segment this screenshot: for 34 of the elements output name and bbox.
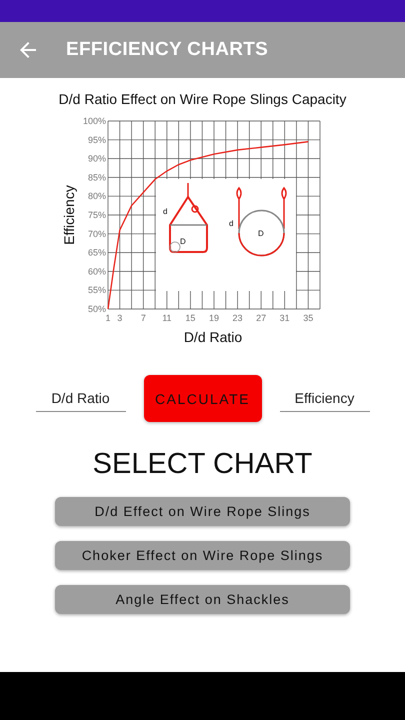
screen-title: EFFICIENCY CHARTS xyxy=(66,39,268,61)
x-tick-label: 7 xyxy=(140,313,146,323)
x-tick-label: 11 xyxy=(162,313,172,323)
annotation-label: D xyxy=(180,237,186,246)
x-tick-label: 19 xyxy=(208,313,218,323)
x-tick-label: 1 xyxy=(105,313,110,323)
x-tick-label: 3 xyxy=(116,313,122,323)
chart-title: D/d Ratio Effect on Wire Rope Slings Capacity xyxy=(58,91,346,107)
y-tick-label: 80% xyxy=(87,191,106,202)
y-tick-label: 75% xyxy=(87,210,106,220)
y-axis-label: Efficiency xyxy=(60,185,76,245)
chart-button[interactable]: D/d Effect on Wire Rope Slings xyxy=(55,497,350,526)
chart-button[interactable]: Angle Effect on Shackles xyxy=(55,585,350,614)
y-tick-label: 100% xyxy=(82,116,106,126)
y-tick-label: 85% xyxy=(87,172,106,182)
chart-button[interactable]: Choker Effect on Wire Rope Slings xyxy=(55,541,350,570)
x-axis-label: D/d Ratio xyxy=(183,329,242,345)
annotation-label: d xyxy=(162,207,167,216)
x-tick-label: 27 xyxy=(256,313,266,323)
y-tick-label: 65% xyxy=(87,248,106,258)
section-title: SELECT CHART xyxy=(92,448,312,481)
x-tick-label: 23 xyxy=(232,313,242,323)
y-tick-label: 95% xyxy=(87,134,106,145)
x-tick-label: 15 xyxy=(184,313,195,323)
y-tick-label: 60% xyxy=(87,266,106,276)
annotation-label: D xyxy=(258,229,264,238)
calculate-button[interactable]: CALCULATE xyxy=(144,375,262,422)
x-tick-label: 31 xyxy=(279,313,290,323)
y-tick-label: 70% xyxy=(87,228,106,239)
annotation-label: d xyxy=(228,219,233,228)
x-tick-label: 35 xyxy=(302,313,313,323)
y-tick-label: 55% xyxy=(87,285,106,296)
y-tick-label: 90% xyxy=(87,154,106,164)
y-tick-label: 50% xyxy=(87,304,106,314)
